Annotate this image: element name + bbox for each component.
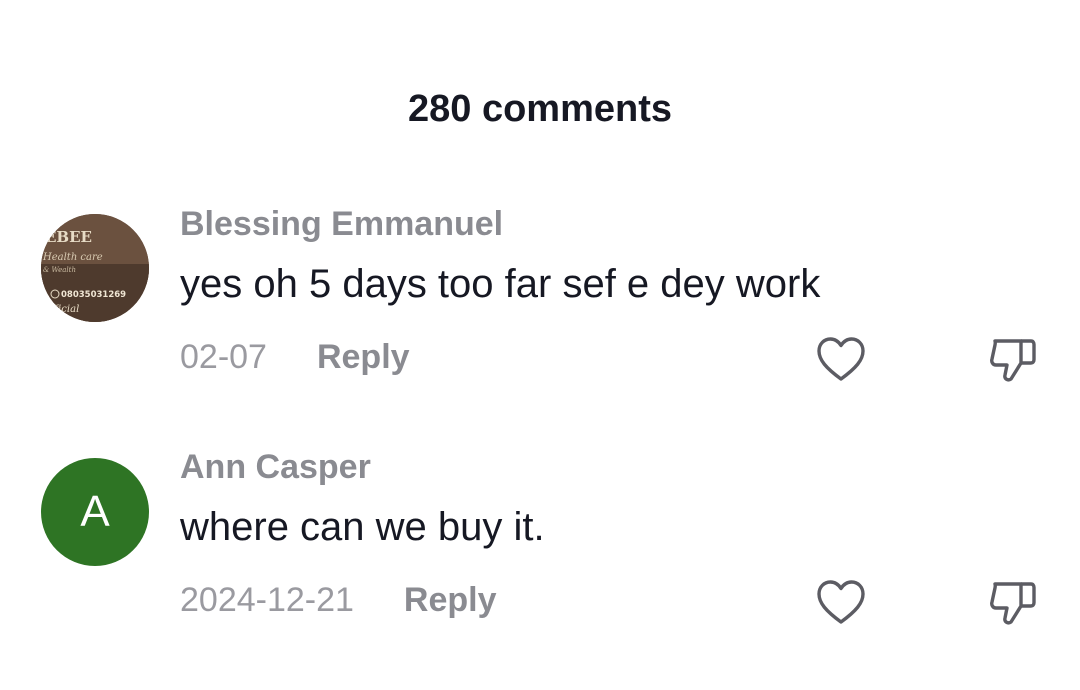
comment-author[interactable]: Blessing Emmanuel: [180, 205, 503, 244]
avatar[interactable]: A: [41, 458, 149, 566]
reply-button[interactable]: Reply: [404, 581, 497, 620]
svg-text:& Wealth: & Wealth: [43, 266, 76, 274]
dislike-button[interactable]: [985, 332, 1041, 388]
comment-meta: 2024-12-21 Reply: [180, 581, 497, 620]
dislike-button[interactable]: [985, 575, 1041, 631]
thumbs-down-icon: [990, 582, 1036, 625]
heart-icon: [817, 580, 865, 624]
comment-text: where can we buy it.: [180, 505, 545, 549]
avatar-letter: A: [80, 487, 110, 536]
svg-text:EBEE: EBEE: [45, 228, 92, 246]
previous-content-cutoff: [0, 0, 1080, 15]
comment-date: 2024-12-21: [180, 581, 354, 619]
reply-button[interactable]: Reply: [317, 338, 410, 377]
comments-count-title: 280 comments: [407, 88, 672, 130]
comment-meta: 02-07 Reply: [180, 338, 410, 377]
svg-text:Health care: Health care: [42, 252, 103, 263]
like-button[interactable]: [813, 332, 869, 388]
svg-text:official: official: [45, 304, 79, 315]
comment-author[interactable]: Ann Casper: [180, 448, 371, 487]
svg-text:08035031269: 08035031269: [61, 290, 126, 300]
heart-icon: [817, 337, 865, 381]
comment-text: yes oh 5 days too far sef e dey work: [180, 262, 821, 306]
avatar-image: EBEE Health care & Wealth 08035031269 of…: [41, 214, 149, 322]
comment-date: 02-07: [180, 338, 267, 376]
thumbs-down-icon: [990, 339, 1036, 382]
like-button[interactable]: [813, 575, 869, 631]
avatar[interactable]: EBEE Health care & Wealth 08035031269 of…: [41, 214, 149, 322]
